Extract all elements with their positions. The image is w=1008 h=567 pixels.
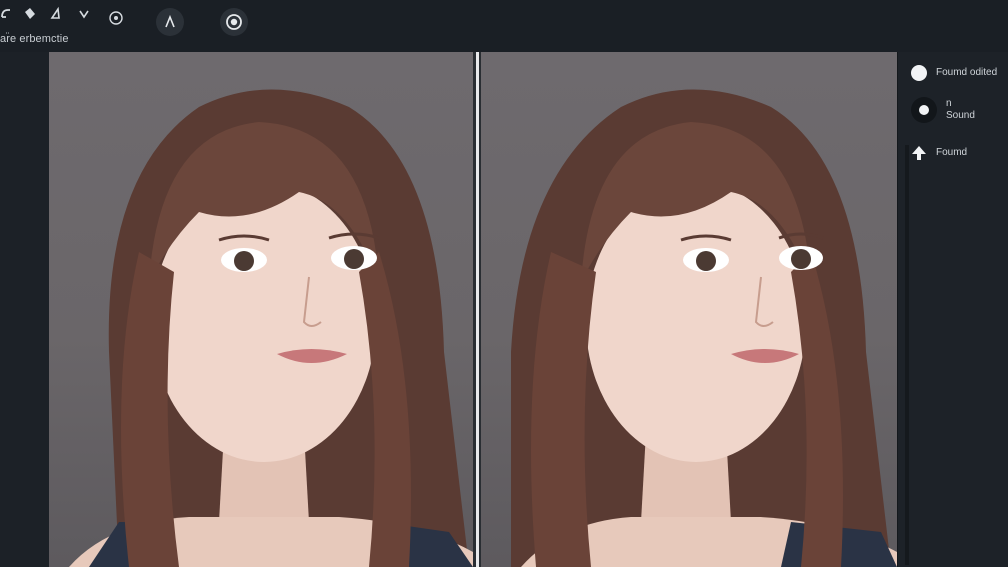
right-options-panel: Foumd odited n Sound Foumd — [897, 52, 1008, 567]
status-label: ar̈e erbemctie — [0, 33, 69, 45]
diamond-icon[interactable] — [22, 6, 38, 22]
top-toolbar: ar̈e erbemctie — [0, 0, 1008, 53]
clock-hand-button[interactable] — [156, 8, 184, 36]
option-label-found: Foumd — [936, 147, 968, 158]
clock-hand-icon — [165, 14, 175, 28]
up-arrow-icon — [912, 146, 926, 160]
dot-ring-icon — [911, 97, 937, 123]
filled-circle-icon — [911, 65, 927, 81]
chevron-down-icon[interactable] — [76, 6, 92, 22]
option-label-sound: n Sound — [946, 98, 975, 121]
portrait-image-left[interactable] — [49, 52, 473, 567]
option-sound[interactable]: n Sound — [910, 96, 975, 124]
option-found-edited[interactable]: Foumd odited — [910, 64, 997, 82]
record-button[interactable] — [220, 8, 248, 36]
comparison-canvas[interactable] — [49, 52, 897, 567]
panel-separator — [905, 145, 909, 565]
portrait-image-right[interactable] — [481, 52, 897, 567]
comparison-divider-handle[interactable] — [473, 52, 481, 567]
target-icon[interactable] — [108, 10, 124, 26]
option-label-found-edited: Foumd odited — [936, 67, 998, 78]
triangle-icon[interactable] — [48, 6, 64, 22]
undo-arrow-icon[interactable] — [0, 6, 16, 22]
record-icon — [226, 14, 242, 30]
option-found[interactable]: Foumd — [910, 144, 967, 162]
left-rail — [0, 52, 49, 567]
